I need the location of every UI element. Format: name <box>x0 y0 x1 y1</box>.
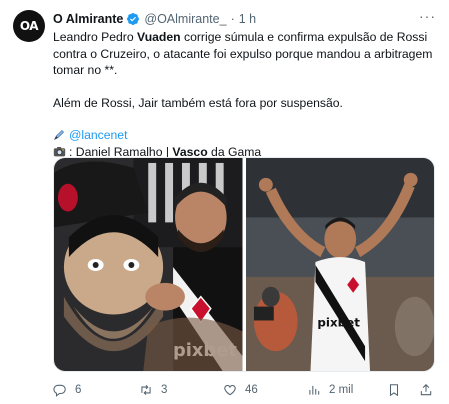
tweet-paragraph-1: Leandro Pedro Vuaden corrige súmula e co… <box>53 30 433 77</box>
share-button[interactable] <box>419 383 441 397</box>
views-count: 2 mil <box>329 384 354 396</box>
photo-mascot-player[interactable]: pixbet <box>54 158 243 371</box>
more-options-icon[interactable]: ··· <box>419 8 436 24</box>
like-count: 46 <box>245 384 258 396</box>
tweet-card[interactable]: OA O Almirante @OAlmirante_ · 1 h ··· Le… <box>0 0 449 404</box>
tweet-text: Leandro Pedro Vuaden corrige súmula e co… <box>53 29 437 160</box>
avatar[interactable]: OA <box>13 10 45 42</box>
bookmark-button[interactable] <box>387 383 409 397</box>
action-bar: 6 3 46 2 mil <box>53 381 437 399</box>
share-icon <box>420 384 432 396</box>
source-line: @lancenet <box>53 127 437 144</box>
verified-badge-icon <box>127 13 140 25</box>
author-handle[interactable]: @OAlmirante_ <box>144 12 226 26</box>
media-gallery[interactable]: pixbet <box>53 157 435 372</box>
views-chart-icon <box>309 385 320 395</box>
bookmark-icon <box>389 384 399 397</box>
reply-button[interactable]: 6 <box>53 383 81 397</box>
tweet-paragraph-2: Além de Rossi, Jair também está fora por… <box>53 95 343 110</box>
retweet-count: 3 <box>161 384 168 396</box>
separator-dot: · <box>230 12 235 26</box>
like-button[interactable]: 46 <box>223 383 258 397</box>
jersey-sponsor-right: pixbet <box>317 315 360 329</box>
reply-icon <box>53 384 66 397</box>
source-link[interactable]: @lancenet <box>69 128 127 142</box>
photo-player-celebration[interactable]: pixbet <box>245 158 434 371</box>
retweet-icon <box>141 384 151 396</box>
pen-emoji-icon <box>53 129 65 141</box>
author-name[interactable]: O Almirante <box>53 12 123 26</box>
retweet-button[interactable]: 3 <box>139 383 167 397</box>
tweet-header: O Almirante @OAlmirante_ · 1 h <box>53 11 256 27</box>
reply-count: 6 <box>75 384 82 396</box>
views-button[interactable]: 2 mil <box>307 383 353 397</box>
timestamp[interactable]: 1 h <box>239 12 256 26</box>
camera-emoji-icon <box>53 146 66 156</box>
heart-icon <box>224 385 236 396</box>
